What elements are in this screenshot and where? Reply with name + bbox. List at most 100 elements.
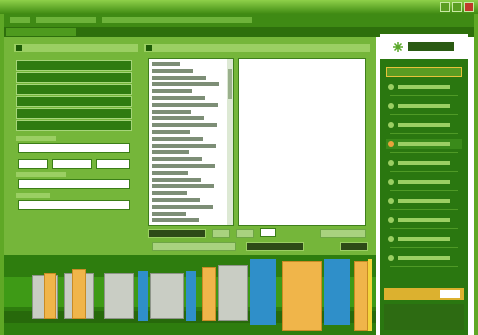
option-toggle-a[interactable] (212, 229, 230, 238)
list-item[interactable] (152, 136, 203, 141)
menu-item-1[interactable] (10, 17, 30, 23)
nav-bullet-icon (388, 198, 394, 204)
menu-item-3[interactable] (102, 17, 252, 23)
action-button-2[interactable] (16, 72, 132, 83)
list-item[interactable] (152, 123, 217, 128)
list-item[interactable] (152, 198, 200, 202)
wide-action-button[interactable] (152, 242, 236, 251)
nav-item-label (398, 256, 450, 260)
list-item[interactable] (152, 177, 201, 182)
nav-bullet-icon (388, 103, 394, 109)
terminal-block (150, 273, 184, 319)
text-field-1[interactable] (18, 143, 130, 153)
list-item[interactable] (152, 218, 199, 223)
sidebar-nav-item[interactable] (386, 196, 462, 206)
sidebar-nav-item[interactable] (386, 234, 462, 244)
terminal-block-blue (186, 271, 196, 321)
list-item[interactable] (152, 150, 189, 155)
list-item[interactable] (152, 157, 202, 162)
select-field-b[interactable] (52, 159, 92, 169)
list-item[interactable] (152, 109, 191, 114)
nav-header (386, 67, 462, 77)
list-item[interactable] (152, 164, 215, 168)
list-action-button[interactable] (148, 229, 206, 238)
list-item[interactable] (152, 130, 190, 134)
list-scrollbar[interactable] (227, 59, 233, 225)
option-toggle-b[interactable] (236, 229, 254, 238)
nav-bullet-icon (388, 179, 394, 185)
terminal-block-blue (138, 271, 148, 321)
terminal-block-orange (44, 273, 56, 319)
scrollbar-thumb[interactable] (228, 69, 232, 99)
sidebar-nav-item[interactable] (386, 101, 462, 111)
nav-bullet-icon (388, 84, 394, 90)
action-button-5[interactable] (16, 108, 132, 119)
nav-bullet-icon (388, 217, 394, 223)
field-label-2 (16, 172, 66, 177)
action-button-4[interactable] (16, 96, 132, 107)
sidebar-nav-item[interactable] (386, 120, 462, 130)
menu-item-2[interactable] (36, 17, 96, 23)
text-field-2[interactable] (18, 179, 130, 189)
list-item[interactable] (152, 184, 214, 189)
text-field-3[interactable] (18, 200, 130, 210)
ok-button[interactable] (340, 242, 368, 251)
main-area (4, 37, 376, 255)
list-item[interactable] (152, 96, 205, 100)
apply-button[interactable] (246, 242, 304, 251)
terminal-block-orange (202, 267, 216, 321)
secondary-button[interactable] (320, 229, 366, 238)
footer-chip[interactable] (440, 290, 460, 298)
nav-divider (390, 114, 458, 115)
select-field-c[interactable] (96, 159, 130, 169)
nav-sidebar (380, 34, 468, 335)
nav-divider (390, 266, 458, 267)
maximize-button[interactable] (452, 2, 462, 12)
sidebar-nav-item[interactable] (386, 215, 462, 225)
sidebar-footer-panel (384, 304, 464, 330)
list-item[interactable] (152, 62, 180, 66)
menu-bar (4, 14, 474, 27)
nav-bullet-icon (388, 122, 394, 128)
list-item[interactable] (152, 204, 213, 209)
option-field[interactable] (260, 228, 276, 237)
list-item[interactable] (152, 143, 216, 148)
action-button-1[interactable] (16, 60, 132, 71)
sidebar-nav-item[interactable] (386, 158, 462, 168)
nav-item-label (398, 85, 450, 89)
logo-mark-icon (393, 42, 403, 52)
field-label-1 (16, 136, 56, 141)
selection-list[interactable] (238, 58, 366, 226)
list-item[interactable] (152, 82, 219, 87)
sidebar-nav-item[interactable] (386, 139, 462, 149)
nav-divider (390, 133, 458, 134)
action-button-3[interactable] (16, 84, 132, 95)
terminal-block-orange (72, 269, 86, 319)
nav-item-label (398, 104, 450, 108)
list-item[interactable] (152, 211, 186, 216)
toolbar-tab[interactable] (6, 28, 76, 36)
close-button[interactable] (464, 2, 474, 12)
list-item[interactable] (152, 68, 193, 73)
sidebar-nav-item[interactable] (386, 253, 462, 263)
terminal-block-blue (250, 259, 276, 325)
nav-divider (390, 228, 458, 229)
left-panel-header (14, 44, 138, 52)
list-panel-header (144, 44, 370, 52)
item-list[interactable] (148, 58, 234, 226)
minimize-button[interactable] (440, 2, 450, 12)
sidebar-nav-item[interactable] (386, 82, 462, 92)
list-item[interactable] (152, 75, 206, 80)
list-item[interactable] (152, 191, 187, 196)
nav-item-label (398, 218, 450, 222)
action-button-6[interactable] (16, 120, 132, 131)
list-item[interactable] (152, 170, 188, 175)
panel-icon (16, 45, 22, 51)
nav-divider (390, 190, 458, 191)
list-item[interactable] (152, 116, 204, 121)
list-item[interactable] (152, 89, 192, 94)
nav-divider (390, 95, 458, 96)
select-field-a[interactable] (18, 159, 48, 169)
sidebar-nav-item[interactable] (386, 177, 462, 187)
list-item[interactable] (152, 102, 218, 107)
